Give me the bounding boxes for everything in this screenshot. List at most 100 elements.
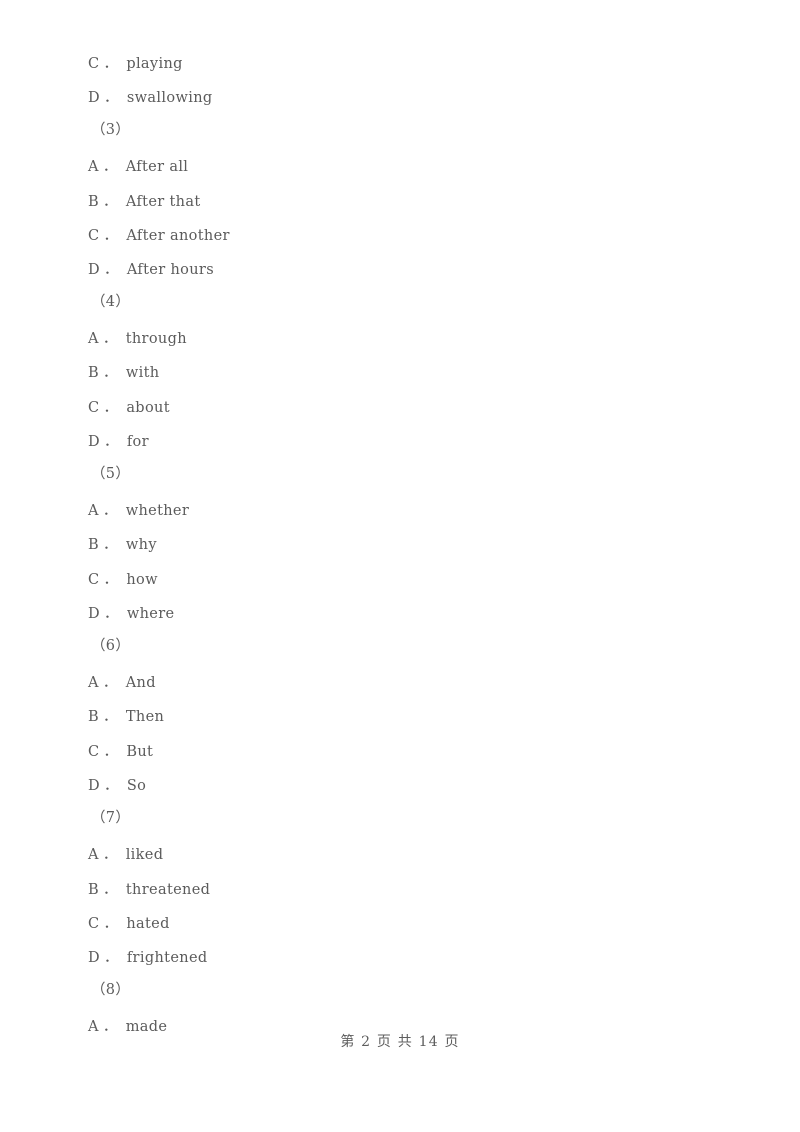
option-separator: ．: [103, 262, 119, 278]
option-letter: D: [88, 606, 100, 622]
answer-option: B ． After that: [0, 185, 800, 219]
option-text: through: [125, 331, 187, 347]
option-separator: ．: [103, 434, 119, 450]
question-number-label: （5）: [91, 466, 131, 482]
option-text: hated: [126, 916, 170, 932]
option-letter: B: [88, 709, 100, 725]
question-number: （4）: [0, 285, 800, 319]
page-footer: 第 2 页 共 14 页: [340, 1034, 460, 1050]
option-text: Then: [125, 709, 165, 725]
option-letter: B: [88, 537, 100, 553]
answer-option: D ． frightened: [0, 941, 800, 975]
option-text: After hours: [126, 262, 215, 278]
answer-option: C ． After another: [0, 219, 800, 253]
option-separator: ．: [103, 882, 118, 898]
answer-option: B ． with: [0, 356, 800, 390]
option-letter: A: [88, 159, 99, 175]
option-separator: ．: [103, 537, 118, 553]
option-separator: ．: [103, 194, 118, 210]
option-text: for: [126, 434, 149, 450]
answer-option: A ． And: [0, 666, 800, 700]
answer-option: C ． playing: [0, 47, 800, 81]
option-letter: C: [88, 400, 100, 416]
answer-option: D ． After hours: [0, 253, 800, 287]
option-letter: D: [88, 778, 100, 794]
answer-option: C ． hated: [0, 907, 800, 941]
answer-option: D ． for: [0, 425, 800, 459]
option-text: After all: [125, 159, 189, 175]
answer-option: C ． about: [0, 391, 800, 425]
option-letter: B: [88, 194, 100, 210]
option-separator: ．: [103, 572, 119, 588]
option-text: After that: [125, 194, 201, 210]
option-text: where: [126, 606, 175, 622]
option-separator: ．: [102, 847, 118, 863]
option-letter: C: [88, 744, 100, 760]
option-separator: ．: [103, 400, 119, 416]
answer-option: D ． swallowing: [0, 81, 800, 115]
option-text: liked: [125, 847, 164, 863]
option-separator: ．: [103, 56, 119, 72]
question-number: （3）: [0, 113, 800, 147]
option-text: So: [126, 778, 147, 794]
option-text: And: [125, 675, 156, 691]
option-text: playing: [126, 56, 183, 72]
option-letter: B: [88, 882, 100, 898]
answer-option: D ． So: [0, 769, 800, 803]
answer-option: B ． why: [0, 528, 800, 562]
option-letter: B: [88, 365, 100, 381]
option-letter: A: [88, 675, 99, 691]
question-number-label: （8）: [91, 982, 131, 998]
option-text: frightened: [126, 950, 208, 966]
question-number-label: （3）: [91, 122, 131, 138]
option-separator: ．: [103, 916, 119, 932]
answer-option: A ． through: [0, 322, 800, 356]
answer-option: A ． liked: [0, 838, 800, 872]
question-number-label: （6）: [91, 638, 131, 654]
answer-option: C ． But: [0, 735, 800, 769]
option-text: After another: [126, 228, 230, 244]
option-text: about: [126, 400, 170, 416]
option-letter: D: [88, 434, 100, 450]
option-letter: D: [88, 90, 100, 106]
option-text: why: [125, 537, 157, 553]
option-separator: ．: [102, 331, 118, 347]
option-separator: ．: [102, 159, 118, 175]
option-letter: C: [88, 916, 100, 932]
answer-option: B ． threatened: [0, 873, 800, 907]
option-separator: ．: [103, 778, 119, 794]
option-letter: A: [88, 503, 99, 519]
option-letter: C: [88, 572, 100, 588]
question-number-label: （7）: [91, 810, 131, 826]
option-text: with: [125, 365, 160, 381]
question-number: （5）: [0, 457, 800, 491]
option-letter: C: [88, 228, 100, 244]
question-number: （6）: [0, 629, 800, 663]
option-separator: ．: [103, 606, 119, 622]
answer-option: B ． Then: [0, 700, 800, 734]
option-separator: ．: [102, 675, 118, 691]
option-text: how: [126, 572, 158, 588]
option-letter: D: [88, 950, 100, 966]
answer-option: C ． how: [0, 563, 800, 597]
option-text: swallowing: [126, 90, 213, 106]
question-number: （7）: [0, 801, 800, 835]
option-separator: ．: [103, 744, 119, 760]
answer-option: A ． whether: [0, 494, 800, 528]
document-page: C ． playing D ． swallowing （3） A ． After all B ． Aft…: [0, 0, 800, 1132]
option-letter: D: [88, 262, 100, 278]
option-text: whether: [125, 503, 190, 519]
option-letter: C: [88, 56, 100, 72]
answer-option: D ． where: [0, 597, 800, 631]
option-separator: ．: [102, 503, 118, 519]
option-letter: A: [88, 847, 99, 863]
option-text: But: [126, 744, 154, 760]
option-separator: ．: [103, 90, 119, 106]
option-separator: ．: [103, 950, 119, 966]
option-separator: ．: [103, 228, 119, 244]
question-number: （8）: [0, 973, 800, 1007]
option-separator: ．: [103, 709, 118, 725]
answer-option: A ． After all: [0, 150, 800, 184]
option-separator: ．: [103, 365, 118, 381]
question-number-label: （4）: [91, 294, 131, 310]
